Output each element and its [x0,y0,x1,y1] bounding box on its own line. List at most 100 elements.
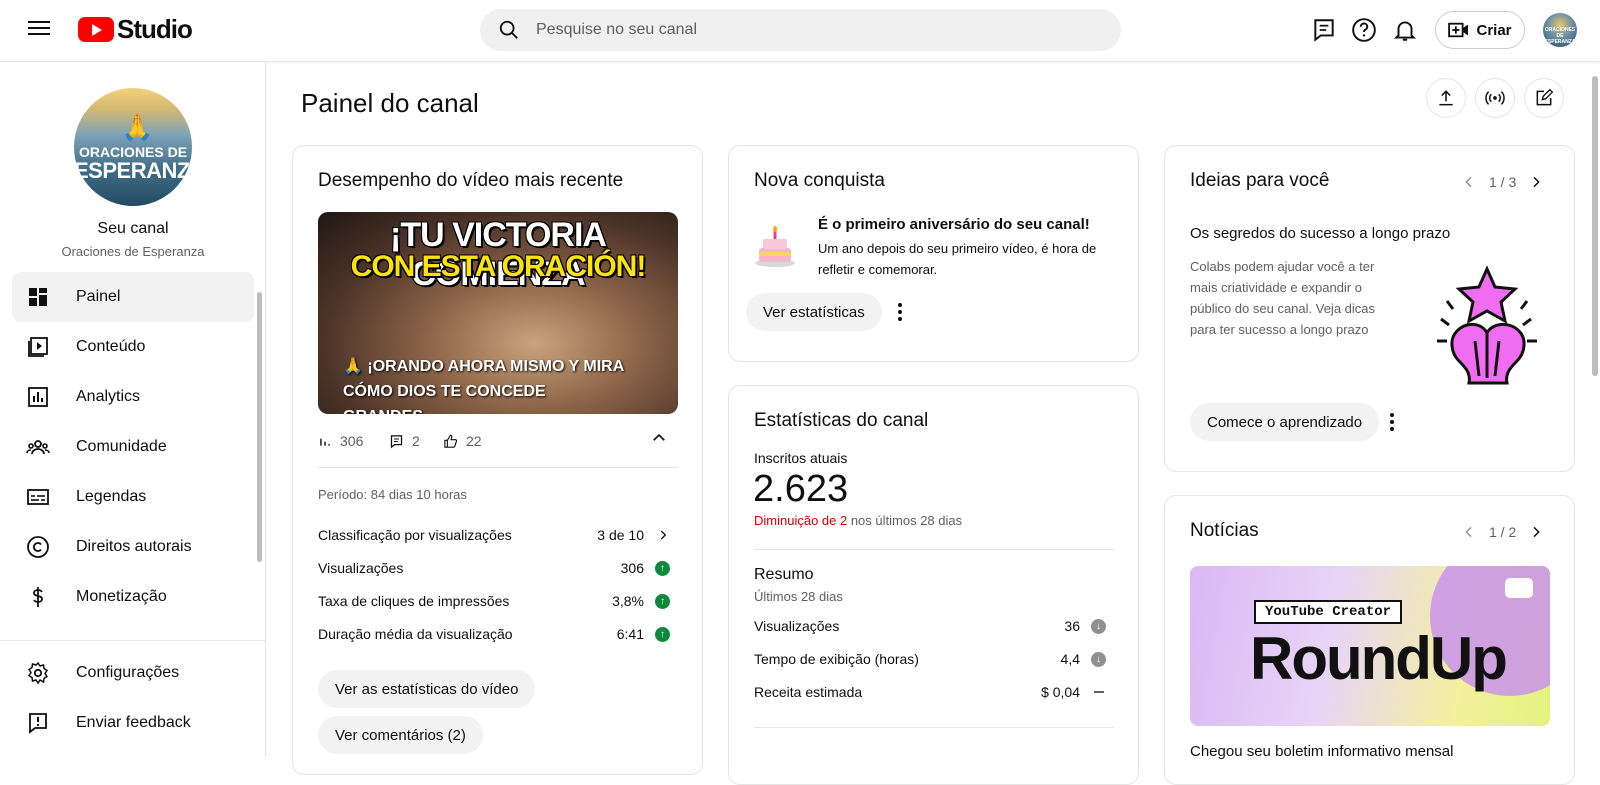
video-thumbnail[interactable]: ¡TU VICTORIA COMIENZA CON ESTA ORACIÓN! … [318,212,678,414]
view-comments-button[interactable]: Ver comentários (2) [318,716,483,754]
row-value: 3,8% [612,593,644,609]
hamburger-menu-icon[interactable] [26,17,52,43]
chevron-right-icon[interactable] [1528,524,1544,540]
messages-icon[interactable] [1311,17,1337,43]
comments-count: 2 [412,433,420,449]
sidebar-item-settings[interactable]: Configurações [12,648,254,698]
logo-text: Studio [117,14,193,44]
no-change-dash-icon [1094,691,1104,693]
summary-views-row: Visualizações 36 ↓ [754,616,1106,636]
latest-video-card: Desempenho do vídeo mais recente ¡TU VIC… [292,145,703,775]
sidebar-item-copyright[interactable]: Direitos autorais [12,522,254,572]
sidebar-item-monetization[interactable]: Monetização [12,572,254,622]
channel-name: Oraciones de Esperanza [61,244,205,259]
account-avatar[interactable]: ORACIONES DE ESPERANZA [1543,13,1577,47]
birthday-cake-icon [755,226,795,267]
chevron-right-icon [660,530,667,540]
news-title: Notícias [1190,520,1259,541]
account-avatar-text: ORACIONES DE ESPERANZA [1544,27,1576,45]
summary-revenue-row: Receita estimada $ 0,04 [754,682,1106,702]
subscribers-value: 2.623 [753,468,849,510]
sidebar-scrollbar-thumb[interactable] [257,292,262,562]
sidebar-item-label: Analytics [76,388,141,405]
sidebar-nav: Painel Conteúdo Analytics Comunidade Leg… [12,272,254,622]
add-video-icon [1448,22,1469,38]
sidebar-item-label: Legendas [76,488,147,505]
news-pager-text: 1 / 2 [1489,524,1517,540]
create-button[interactable]: Criar [1435,11,1525,49]
chevron-left-icon[interactable] [1461,174,1477,190]
ideas-body: Colabs podem ajudar você a ter mais cria… [1190,259,1376,337]
sidebar-item-dashboard[interactable]: Painel [12,272,254,322]
create-post-button[interactable] [1524,78,1564,118]
notifications-bell-icon[interactable] [1392,17,1418,43]
view-video-stats-button[interactable]: Ver as estatísticas do vídeo [318,670,536,708]
channel-title: Seu canal [97,220,169,237]
news-banner-image[interactable]: YouTube Creator RoundUp [1190,566,1550,726]
top-header: Studio Criar ORACIONES DE ESPERANZA [0,0,1600,62]
youtube-logo-icon [1505,578,1533,598]
subscribers-change-period: nos últimos 28 dias [847,513,963,528]
subtitles-icon [27,489,49,505]
views-stat: 306 [318,433,363,449]
subscribers-change: Diminuição de 2 nos últimos 28 dias [754,513,962,528]
sidebar-item-content[interactable]: Conteúdo [12,322,254,372]
view-stats-button[interactable]: Ver estatísticas [746,293,882,331]
comments-stat: 2 [389,433,420,449]
row-label: Receita estimada [754,684,863,700]
news-image-title: RoundUp [1250,625,1508,692]
upload-button[interactable] [1426,78,1466,118]
channel-avatar-line2: ESPERANZA [74,158,192,183]
likes-count: 22 [466,433,482,449]
go-live-button[interactable] [1475,78,1515,118]
youtube-play-icon [78,17,114,42]
row-value: 306 [620,560,644,576]
sidebar-item-label: Conteúdo [76,338,146,355]
thumbs-up-icon [444,434,458,448]
channel-avatar[interactable]: 🙏 ORACIONES DE ESPERANZA [74,88,192,206]
avg-duration-row: Duração média da visualização 6:41 ↑ [318,624,670,644]
arrow-down-icon: ↓ [1091,651,1106,667]
chevron-left-icon[interactable] [1461,524,1477,540]
sidebar-item-analytics[interactable]: Analytics [12,372,254,422]
sidebar-scrollbar[interactable] [256,282,262,622]
arrow-up-icon: ↑ [655,560,670,576]
ideas-card: Ideias para você 1 / 3 Os segredos do su… [1164,145,1575,472]
page-title: Painel do canal [301,88,479,118]
achievement-title: Nova conquista [754,170,885,191]
feedback-icon [29,713,47,734]
sidebar-item-label: Comunidade [76,438,167,455]
collapse-chevron-up-icon[interactable] [650,429,668,447]
row-label: Visualizações [754,618,840,634]
chevron-right-icon[interactable] [1528,174,1544,190]
divider [318,467,678,468]
search-input[interactable] [536,21,1076,39]
likes-stat: 22 [443,433,482,449]
sidebar-item-feedback[interactable]: Enviar feedback [12,698,254,748]
more-options-icon[interactable] [888,300,912,324]
content-icon [28,337,48,357]
sidebar-item-label: Monetização [76,588,167,605]
sidebar-item-subtitles[interactable]: Legendas [12,472,254,522]
sidebar-bottom-nav: Configurações Enviar feedback [12,648,254,748]
main-scrollbar-thumb[interactable] [1592,76,1598,376]
row-value: 6:41 [616,626,644,642]
more-options-icon[interactable] [1380,410,1404,434]
praying-hands-icon: 🙏 [121,112,154,142]
row-label: Tempo de exibição (horas) [754,651,919,667]
studio-logo[interactable]: Studio [78,14,193,45]
sidebar-item-label: Direitos autorais [76,538,192,555]
ideas-title: Ideias para você [1190,170,1330,191]
search-bar[interactable] [480,9,1121,51]
help-icon[interactable] [1351,17,1377,43]
sidebar-item-community[interactable]: Comunidade [12,422,254,472]
rank-row[interactable]: Classificação por visualizações 3 de 10 [318,525,670,545]
live-broadcast-icon [1485,91,1505,105]
channel-stats-title: Estatísticas do canal [754,410,929,431]
news-teaser[interactable]: Chegou seu boletim informativo mensal [1190,743,1453,760]
start-learning-button[interactable]: Comece o aprendizado [1190,403,1380,441]
row-label: Visualizações [318,560,404,576]
ideas-pager-text: 1 / 3 [1489,174,1517,190]
main-scrollbar[interactable] [1592,70,1598,750]
divider [754,549,1114,550]
